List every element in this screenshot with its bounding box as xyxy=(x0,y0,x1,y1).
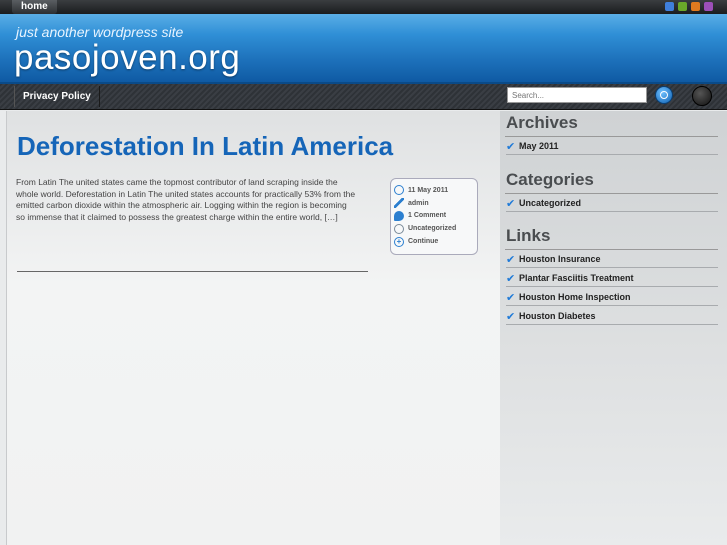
main-content: Deforestation In Latin America From Lati… xyxy=(6,111,500,545)
feed-icon[interactable] xyxy=(691,2,700,11)
link-item[interactable]: ✔ Houston Home Inspection xyxy=(506,289,718,306)
check-icon: ✔ xyxy=(506,140,516,153)
pencil-icon xyxy=(394,198,404,209)
link-item[interactable]: ✔ Plantar Fasciitis Treatment xyxy=(506,270,718,287)
archives-divider xyxy=(505,136,718,137)
archives-title: Archives xyxy=(506,113,578,132)
meta-author[interactable]: admin xyxy=(394,197,477,210)
comment-icon xyxy=(394,210,404,221)
share-icon[interactable] xyxy=(678,2,687,11)
paperclip-icon xyxy=(394,223,404,234)
mail-icon[interactable] xyxy=(704,2,713,11)
check-icon: ✔ xyxy=(506,291,516,304)
site-header: just another wordpress site pasojoven.or… xyxy=(0,14,727,84)
categories-title: Categories xyxy=(506,170,594,189)
home-tab[interactable]: home xyxy=(12,0,57,14)
links-divider xyxy=(505,249,718,250)
category-item[interactable]: ✔ Uncategorized xyxy=(506,195,718,212)
links-title: Links xyxy=(506,226,551,245)
plus-circle-icon: + xyxy=(394,236,404,247)
top-bar: home xyxy=(0,0,727,14)
meta-continue[interactable]: + Continue xyxy=(394,235,477,248)
archive-item[interactable]: ✔ May 2011 xyxy=(506,138,718,155)
rss-icon[interactable] xyxy=(692,86,712,106)
post-divider xyxy=(17,271,368,272)
check-icon: ✔ xyxy=(506,310,516,323)
bookmark-icon[interactable] xyxy=(665,2,674,11)
check-icon: ✔ xyxy=(506,272,516,285)
meta-date: 11 May 2011 xyxy=(394,184,477,197)
link-item[interactable]: ✔ Houston Insurance xyxy=(506,251,718,268)
site-title[interactable]: pasojoven.org xyxy=(14,38,240,78)
sidebar: Archives ✔ May 2011 Categories ✔ Uncateg… xyxy=(500,111,727,545)
search-input[interactable] xyxy=(507,87,647,103)
post-meta-box: 11 May 2011 admin 1 Comment Uncategorize… xyxy=(390,178,478,255)
nav-item-privacy-policy[interactable]: Privacy Policy xyxy=(14,86,100,107)
check-icon: ✔ xyxy=(506,253,516,266)
top-icons xyxy=(665,2,713,11)
post-title[interactable]: Deforestation In Latin America xyxy=(17,131,393,162)
link-item[interactable]: ✔ Houston Diabetes xyxy=(506,308,718,325)
search-button[interactable] xyxy=(655,86,673,104)
meta-category[interactable]: Uncategorized xyxy=(394,222,477,235)
check-icon: ✔ xyxy=(506,197,516,210)
nav-bar: Privacy Policy xyxy=(0,84,727,110)
post-excerpt: From Latin The united states came the to… xyxy=(16,177,356,222)
clock-icon xyxy=(394,185,404,196)
meta-comments[interactable]: 1 Comment xyxy=(394,210,477,223)
categories-divider xyxy=(505,193,718,194)
